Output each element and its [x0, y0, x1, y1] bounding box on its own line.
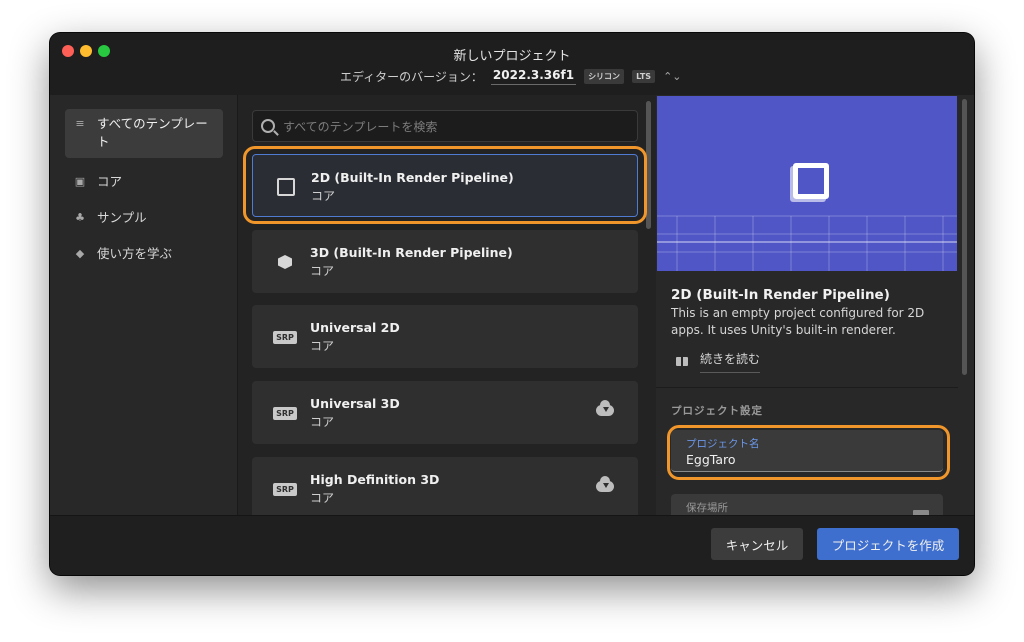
template-card-hdrp-3d[interactable]: SRP High Definition 3D コア: [252, 457, 638, 515]
lts-badge: LTS: [632, 69, 656, 83]
editor-version-label: エディターのバージョン：: [340, 69, 483, 84]
template-list: すべてのテンプレートを検索 2D (Built-In Render Pipeli…: [238, 95, 656, 515]
square-icon: [793, 163, 829, 199]
project-name-value: EggTaro: [686, 452, 736, 467]
template-search-input[interactable]: すべてのテンプレートを検索: [252, 110, 638, 142]
sidebar-item-all-templates[interactable]: ≡ すべてのテンプレート: [65, 109, 223, 158]
search-placeholder: すべてのテンプレートを検索: [283, 119, 438, 134]
project-location-label: 保存場所: [686, 502, 728, 514]
template-title: 2D (Built-In Render Pipeline): [311, 170, 514, 185]
template-category: コア: [310, 264, 335, 278]
sidebar-item-sample[interactable]: ♣ サンプル: [65, 203, 223, 233]
editor-version-row: エディターのバージョン： 2022.3.36f1 シリコン LTS ⌃⌄: [340, 66, 682, 86]
square-icon: [275, 177, 297, 197]
template-title: Universal 3D: [310, 396, 400, 411]
srp-icon: SRP: [273, 327, 297, 347]
srp-label: SRP: [273, 482, 297, 496]
sidebar-item-core[interactable]: ▣ コア: [65, 167, 223, 197]
cancel-button[interactable]: キャンセル: [711, 528, 803, 560]
project-location-field[interactable]: 保存場所: [671, 494, 943, 515]
srp-icon: SRP: [273, 403, 297, 423]
template-category: コア: [310, 491, 335, 505]
search-icon: [261, 119, 275, 133]
list-icon: ≡: [75, 117, 85, 130]
srp-label: SRP: [273, 330, 297, 344]
core-icon: ▣: [74, 175, 86, 188]
create-project-button[interactable]: プロジェクトを作成: [817, 528, 959, 560]
editor-version-select[interactable]: 2022.3.36f1: [490, 68, 577, 85]
cube-icon: [274, 252, 296, 272]
silicon-badge-label: シリコン: [588, 71, 621, 81]
details-title: 2D (Built-In Render Pipeline): [671, 287, 890, 303]
title-bar: 新しいプロジェクト エディターのバージョン： 2022.3.36f1 シリコン …: [50, 33, 974, 96]
read-more-link[interactable]: 続きを読む: [676, 350, 761, 373]
sidebar-item-learn[interactable]: ◆ 使い方を学ぶ: [65, 239, 223, 269]
new-project-window: 新しいプロジェクト エディターのバージョン： 2022.3.36f1 シリコン …: [50, 33, 974, 575]
chevron-up-down-icon[interactable]: ⌃⌄: [663, 70, 681, 83]
template-category: コア: [310, 415, 335, 429]
srp-label: SRP: [273, 406, 297, 420]
template-category: コア: [310, 339, 335, 353]
sidebar-item-label: サンプル: [97, 210, 147, 225]
template-card-universal-3d[interactable]: SRP Universal 3D コア: [252, 381, 638, 444]
template-title: 3D (Built-In Render Pipeline): [310, 245, 513, 260]
sample-icon: ♣: [75, 211, 85, 224]
template-card-3d-builtin[interactable]: 3D (Built-In Render Pipeline) コア: [252, 230, 638, 293]
template-preview-image: [657, 96, 957, 271]
sidebar-item-label: すべてのテンプレート: [97, 116, 208, 149]
project-name-field[interactable]: プロジェクト名 EggTaro: [671, 430, 943, 472]
sidebar-item-label: 使い方を学ぶ: [97, 246, 173, 261]
srp-icon: SRP: [273, 479, 297, 499]
divider: [656, 387, 958, 388]
template-card-universal-2d[interactable]: SRP Universal 2D コア: [252, 305, 638, 368]
read-more-label: 続きを読む: [700, 350, 761, 373]
template-title: Universal 2D: [310, 320, 400, 335]
template-card-2d-builtin[interactable]: 2D (Built-In Render Pipeline) コア: [252, 154, 638, 217]
template-details: 2D (Built-In Render Pipeline) This is an…: [656, 95, 974, 515]
details-description: This is an empty project configured for …: [671, 306, 925, 337]
project-name-label: プロジェクト名: [686, 438, 760, 450]
graduation-cap-icon: ◆: [75, 247, 85, 260]
book-icon: [676, 357, 688, 366]
sidebar-item-label: コア: [97, 174, 123, 189]
template-category: コア: [311, 189, 336, 203]
project-settings-heading: プロジェクト設定: [671, 405, 763, 417]
cloud-download-icon[interactable]: [596, 400, 614, 416]
template-title: High Definition 3D: [310, 472, 440, 487]
silicon-badge: シリコン: [584, 68, 625, 84]
cloud-download-icon[interactable]: [596, 476, 614, 492]
window-title: 新しいプロジェクト: [453, 49, 571, 64]
sidebar: ≡ すべてのテンプレート ▣ コア ♣ サンプル ◆ 使い方を学ぶ: [50, 95, 238, 515]
footer: キャンセル プロジェクトを作成: [50, 515, 974, 575]
template-list-scrollbar[interactable]: [646, 101, 651, 229]
details-scrollbar[interactable]: [962, 99, 967, 375]
